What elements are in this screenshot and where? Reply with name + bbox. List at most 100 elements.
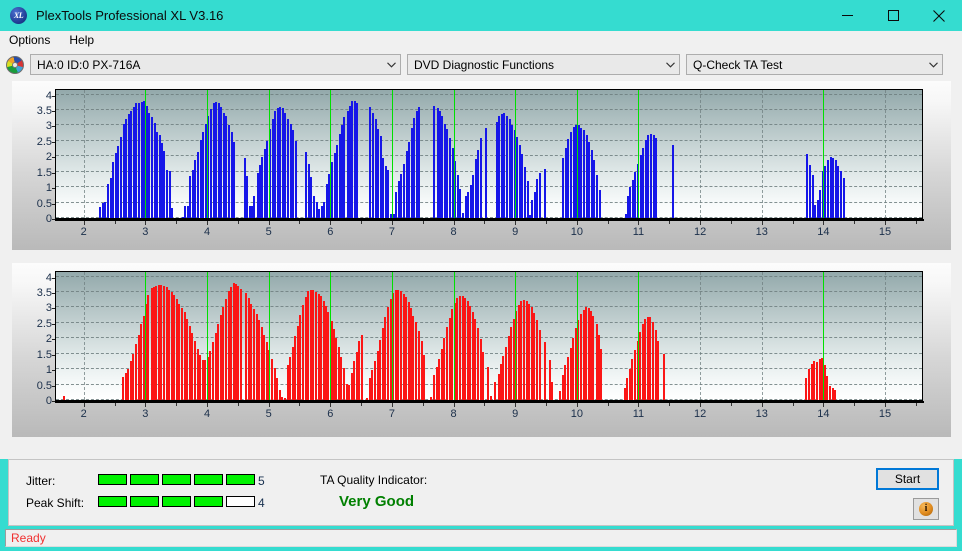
x-axis-label: 8 bbox=[450, 226, 457, 238]
chart-bar bbox=[387, 169, 390, 218]
x-axis-label: 2 bbox=[80, 226, 87, 238]
jitter-meter bbox=[98, 474, 255, 485]
track-marker bbox=[453, 272, 455, 400]
x-axis-tick bbox=[268, 403, 270, 407]
close-icon[interactable] bbox=[916, 0, 962, 31]
plot-area-top bbox=[55, 89, 923, 219]
y-axis-top: 0 0.5 1 1.5 2 2.5 3 3.5 4 bbox=[12, 89, 56, 225]
x-axis-label: 13 bbox=[755, 408, 768, 420]
x-axis-tick bbox=[823, 403, 825, 407]
function-selector[interactable]: DVD Diagnostic Functions bbox=[407, 54, 680, 75]
x-axis-label: 12 bbox=[693, 226, 707, 238]
chart-bar bbox=[418, 106, 421, 218]
chart-bar bbox=[461, 213, 464, 218]
x-axis-label: 5 bbox=[265, 408, 272, 420]
plot-area-bottom bbox=[55, 271, 923, 401]
chart-bar bbox=[135, 103, 138, 218]
y-axis-label: 0.5 bbox=[36, 197, 52, 210]
chevron-down-icon bbox=[925, 61, 942, 68]
chart-bar bbox=[480, 138, 483, 218]
chart-bar bbox=[842, 177, 845, 218]
chart-bar bbox=[162, 285, 165, 400]
track-marker bbox=[207, 272, 208, 400]
chart-bar bbox=[358, 341, 361, 400]
chart-bar bbox=[446, 129, 449, 218]
drive-selector[interactable]: HA:0 ID:0 PX-716A bbox=[30, 54, 401, 75]
menu-item-options[interactable]: Options bbox=[7, 31, 59, 50]
chart-bar bbox=[489, 396, 492, 400]
x-axis-tick bbox=[761, 403, 763, 407]
x-axis-tick bbox=[515, 403, 517, 407]
gridline-horizontal bbox=[56, 275, 922, 277]
chart-bar bbox=[504, 346, 507, 400]
status-text: Ready bbox=[11, 531, 46, 545]
selector-toolbar: HA:0 ID:0 PX-716A DVD Diagnostic Functio… bbox=[0, 51, 962, 78]
x-axis-top: 2 3 4 5 6 7 8 9 10 11 12 13 14 15 bbox=[55, 221, 925, 245]
y-axis-label: 1.5 bbox=[36, 348, 52, 361]
chart-bar bbox=[253, 195, 256, 218]
x-axis-label: 10 bbox=[570, 226, 583, 238]
x-axis-minor-tick bbox=[361, 221, 363, 224]
gridline-vertical bbox=[885, 90, 887, 218]
track-marker bbox=[268, 272, 270, 400]
chart-bar bbox=[233, 141, 236, 218]
chart-bar bbox=[150, 116, 153, 218]
x-axis-tick bbox=[207, 221, 208, 225]
chart-bar bbox=[649, 134, 652, 218]
x-axis-label: 10 bbox=[570, 408, 583, 420]
chart-bar bbox=[494, 381, 497, 400]
track-marker bbox=[638, 90, 640, 218]
minimize-icon[interactable] bbox=[824, 0, 870, 31]
x-axis-tick bbox=[515, 221, 517, 225]
chart-bar bbox=[299, 314, 302, 400]
peak-shift-value: 4 bbox=[258, 496, 265, 510]
function-selector-value: DVD Diagnostic Functions bbox=[414, 57, 555, 72]
meter-segment bbox=[162, 474, 191, 485]
x-axis-minor-tick bbox=[792, 403, 794, 406]
x-axis-tick bbox=[576, 403, 578, 407]
menu-item-help[interactable]: Help bbox=[67, 31, 103, 50]
track-marker bbox=[823, 272, 825, 400]
gridline-horizontal bbox=[56, 124, 922, 126]
meter-segment bbox=[130, 496, 159, 507]
chart-bar bbox=[595, 174, 598, 218]
chart-bar bbox=[225, 116, 228, 218]
x-axis-label: 13 bbox=[755, 226, 768, 238]
chart-bar bbox=[805, 377, 808, 400]
maximize-icon[interactable] bbox=[870, 0, 916, 31]
x-axis-minor-tick bbox=[854, 403, 856, 406]
test-selector[interactable]: Q-Check TA Test bbox=[686, 54, 943, 75]
x-axis-label: 11 bbox=[632, 408, 645, 420]
chart-bar bbox=[474, 319, 477, 400]
start-button[interactable]: Start bbox=[876, 468, 939, 490]
chart-bar bbox=[824, 166, 827, 218]
x-axis-label: 9 bbox=[512, 226, 519, 238]
chart-bar bbox=[543, 342, 546, 400]
chart-bar bbox=[484, 127, 487, 218]
info-button[interactable]: i bbox=[913, 498, 939, 520]
x-axis-label: 15 bbox=[878, 408, 892, 420]
chart-bar bbox=[579, 314, 582, 400]
chart-bar bbox=[356, 103, 359, 218]
chart-bar bbox=[505, 116, 508, 218]
y-axis-label: 2.5 bbox=[36, 135, 52, 148]
chart-bar bbox=[539, 172, 542, 218]
x-axis-minor-tick bbox=[854, 221, 856, 224]
chart-bar bbox=[564, 365, 567, 400]
chart-bar bbox=[342, 367, 345, 400]
y-axis-label: 0.5 bbox=[36, 379, 52, 392]
chart-bar bbox=[312, 195, 315, 218]
x-axis-tick bbox=[83, 221, 85, 225]
chart-bar bbox=[649, 317, 652, 400]
chart-bar bbox=[432, 375, 435, 400]
chart-bar bbox=[224, 298, 227, 400]
chart-bar bbox=[482, 351, 485, 400]
track-marker bbox=[330, 272, 332, 400]
chart-bar bbox=[837, 165, 840, 218]
track-marker bbox=[638, 272, 640, 400]
meter-segment bbox=[98, 496, 127, 507]
gridline-vertical bbox=[700, 90, 702, 218]
y-axis-label: 3.5 bbox=[36, 287, 52, 300]
track-marker bbox=[823, 90, 825, 218]
jitter-value: 5 bbox=[258, 474, 265, 488]
